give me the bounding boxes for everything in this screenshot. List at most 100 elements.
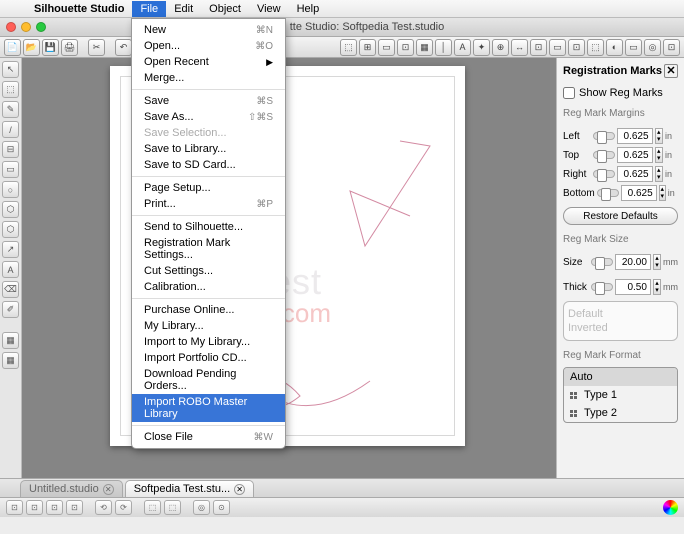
toolbar-right-button-4[interactable]: ▦ <box>416 39 433 56</box>
toolbar-right-button-13[interactable]: ⬚ <box>587 39 604 56</box>
margin-bottom-stepper[interactable]: ▴▾ <box>659 185 666 201</box>
bottom-button-4[interactable]: ⟲ <box>95 500 112 515</box>
margin-top-stepper[interactable]: ▴▾ <box>655 147 663 163</box>
margin-right-slider[interactable] <box>593 170 615 178</box>
menu-item-save-to-library[interactable]: Save to Library... <box>132 141 285 157</box>
menu-item-my-library[interactable]: My Library... <box>132 318 285 334</box>
toolbar-right-button-15[interactable]: ▭ <box>625 39 642 56</box>
view-menu[interactable]: View <box>249 1 289 17</box>
menu-item-open-recent[interactable]: Open Recent▶ <box>132 54 285 70</box>
menu-item-save[interactable]: Save⌘S <box>132 93 285 109</box>
toolbar-button-2[interactable]: 💾 <box>42 39 59 56</box>
thick-field[interactable] <box>615 279 651 295</box>
left-tool-8[interactable]: ⬡ <box>2 221 19 238</box>
margin-left-stepper[interactable]: ▴▾ <box>655 128 663 144</box>
bottom-button-7[interactable]: ⬚ <box>164 500 181 515</box>
margin-top-field[interactable] <box>617 147 653 163</box>
left-tool-12[interactable]: ✐ <box>2 301 19 318</box>
toolbar-right-button-3[interactable]: ⊡ <box>397 39 414 56</box>
left-tool-6[interactable]: ○ <box>2 181 19 198</box>
toolbar-right-button-9[interactable]: ↔ <box>511 39 528 56</box>
toolbar-right-button-2[interactable]: ▭ <box>378 39 395 56</box>
toolbar-right-button-16[interactable]: ◎ <box>644 39 661 56</box>
close-tab-icon[interactable]: ✕ <box>234 484 245 495</box>
menu-item-purchase-online[interactable]: Purchase Online... <box>132 302 285 318</box>
bottom-button-2[interactable]: ⊡ <box>46 500 63 515</box>
thick-slider[interactable] <box>591 283 613 291</box>
toolbar-button-1[interactable]: 📂 <box>23 39 40 56</box>
menu-item-print[interactable]: Print...⌘P <box>132 196 285 212</box>
toolbar-right-button-8[interactable]: ⊕ <box>492 39 509 56</box>
left-tool-b-1[interactable]: ▦ <box>2 352 19 369</box>
toolbar-right-button-0[interactable]: ⬚ <box>340 39 357 56</box>
menu-item-close-file[interactable]: Close File⌘W <box>132 429 285 445</box>
left-tool-1[interactable]: ⬚ <box>2 81 19 98</box>
color-wheel-icon[interactable] <box>663 500 678 515</box>
toolbar-right-button-12[interactable]: ⊡ <box>568 39 585 56</box>
toolbar-button-4[interactable]: ✂ <box>88 39 105 56</box>
menu-item-import-to-my-library[interactable]: Import to My Library... <box>132 334 285 350</box>
margin-left-field[interactable] <box>617 128 653 144</box>
toolbar-right-button-11[interactable]: ▭ <box>549 39 566 56</box>
bottom-button-3[interactable]: ⊡ <box>66 500 83 515</box>
help-menu[interactable]: Help <box>289 1 328 17</box>
close-panel-icon[interactable]: ✕ <box>664 64 678 78</box>
canvas-area[interactable]: test dia.com <box>22 58 556 478</box>
toolbar-button-5[interactable]: ↶ <box>115 39 132 56</box>
left-tool-4[interactable]: ⊟ <box>2 141 19 158</box>
menu-item-open[interactable]: Open...⌘O <box>132 38 285 54</box>
doc-tab-softpedia[interactable]: Softpedia Test.stu... ✕ <box>125 480 254 497</box>
menu-item-merge[interactable]: Merge... <box>132 70 285 86</box>
bottom-button-6[interactable]: ⬚ <box>144 500 161 515</box>
restore-defaults-button[interactable]: Restore Defaults <box>563 207 678 225</box>
object-menu[interactable]: Object <box>201 1 249 17</box>
menu-item-calibration[interactable]: Calibration... <box>132 279 285 295</box>
menu-item-save-to-sd-card[interactable]: Save to SD Card... <box>132 157 285 173</box>
thick-stepper[interactable]: ▴▾ <box>653 279 661 295</box>
menu-item-registration-mark-settings[interactable]: Registration Mark Settings... <box>132 235 285 263</box>
bottom-button-0[interactable]: ⊡ <box>6 500 23 515</box>
margin-bottom-slider[interactable] <box>597 189 619 197</box>
menu-item-import-robo-master-library[interactable]: Import ROBO Master Library <box>132 394 285 422</box>
toolbar-right-button-7[interactable]: ✦ <box>473 39 490 56</box>
toolbar-right-button-6[interactable]: A <box>454 39 471 56</box>
format-auto[interactable]: Auto <box>564 368 677 386</box>
doc-tab-untitled[interactable]: Untitled.studio ✕ <box>20 480 123 497</box>
toolbar-right-button-1[interactable]: ⊞ <box>359 39 376 56</box>
margin-right-field[interactable] <box>617 166 653 182</box>
close-window-icon[interactable] <box>6 22 16 32</box>
file-menu[interactable]: File <box>132 1 166 17</box>
menu-item-send-to-silhouette[interactable]: Send to Silhouette... <box>132 219 285 235</box>
toolbar-right-button-14[interactable]: ◐ <box>606 39 623 56</box>
toolbar-button-3[interactable]: 🖨 <box>61 39 78 56</box>
margin-right-stepper[interactable]: ▴▾ <box>655 166 663 182</box>
left-tool-11[interactable]: ⌫ <box>2 281 19 298</box>
margin-top-slider[interactable] <box>593 151 615 159</box>
left-tool-7[interactable]: ⬡ <box>2 201 19 218</box>
menu-item-download-pending-orders[interactable]: Download Pending Orders... <box>132 366 285 394</box>
app-menu[interactable]: Silhouette Studio <box>26 1 132 17</box>
menu-item-import-portfolio-cd[interactable]: Import Portfolio CD... <box>132 350 285 366</box>
left-tool-2[interactable]: ✎ <box>2 101 19 118</box>
menu-item-new[interactable]: New⌘N <box>132 22 285 38</box>
minimize-window-icon[interactable] <box>21 22 31 32</box>
toolbar-right-button-5[interactable]: │ <box>435 39 452 56</box>
toolbar-button-0[interactable]: 📄 <box>4 39 21 56</box>
bottom-button-9[interactable]: ⊙ <box>213 500 230 515</box>
left-tool-3[interactable]: / <box>2 121 19 138</box>
left-tool-5[interactable]: ▭ <box>2 161 19 178</box>
size-slider[interactable] <box>591 258 613 266</box>
margin-left-slider[interactable] <box>593 132 615 140</box>
bottom-button-5[interactable]: ⟳ <box>115 500 132 515</box>
left-tool-9[interactable]: ↗ <box>2 241 19 258</box>
size-field[interactable] <box>615 254 651 270</box>
bottom-button-8[interactable]: ◎ <box>193 500 210 515</box>
close-tab-icon[interactable]: ✕ <box>103 484 114 495</box>
left-tool-10[interactable]: A <box>2 261 19 278</box>
size-stepper[interactable]: ▴▾ <box>653 254 661 270</box>
toolbar-right-button-17[interactable]: ⊡ <box>663 39 680 56</box>
format-type2[interactable]: Type 2 <box>564 404 677 422</box>
left-tool-b-0[interactable]: ▦ <box>2 332 19 349</box>
menu-item-cut-settings[interactable]: Cut Settings... <box>132 263 285 279</box>
bottom-button-1[interactable]: ⊡ <box>26 500 43 515</box>
